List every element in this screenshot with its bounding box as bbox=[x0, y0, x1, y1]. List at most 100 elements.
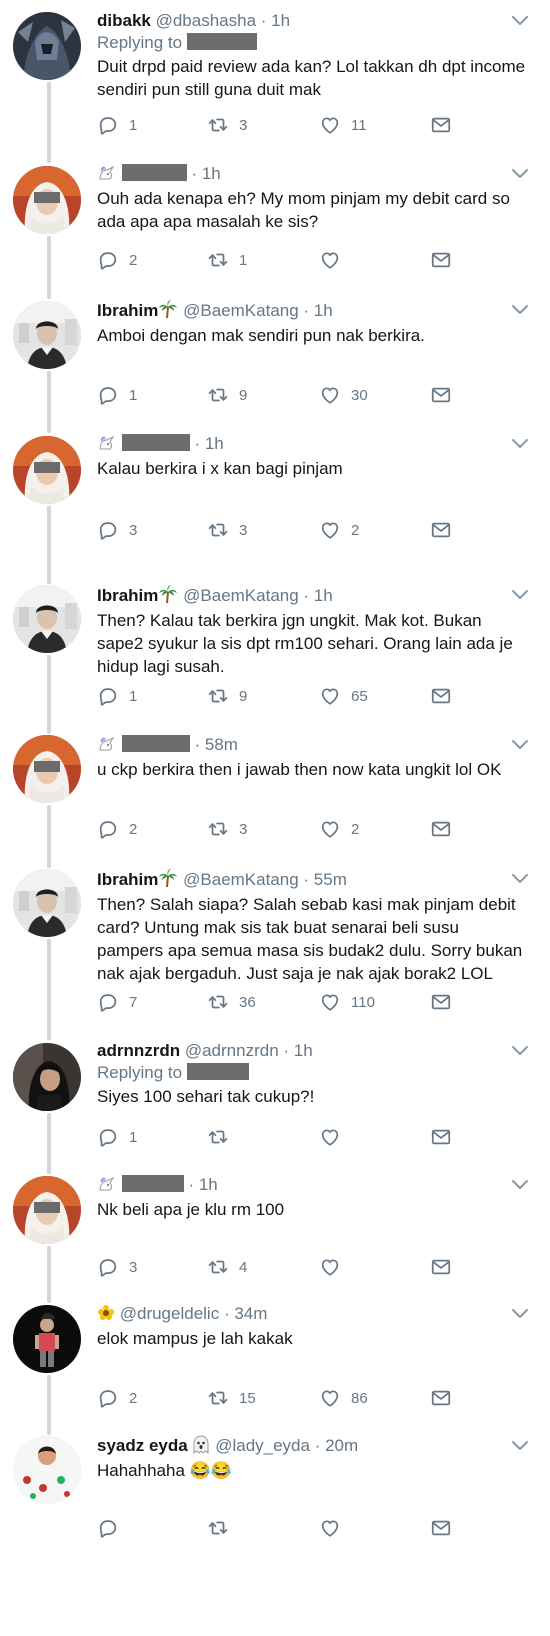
like-button[interactable]: 110 bbox=[319, 990, 375, 1014]
direct-message-button[interactable] bbox=[430, 1516, 452, 1540]
timestamp[interactable]: · 34m bbox=[224, 1304, 267, 1323]
direct-message-button[interactable] bbox=[430, 518, 452, 542]
timestamp[interactable]: · 1h bbox=[194, 434, 223, 453]
reply-button[interactable]: 3 bbox=[97, 518, 137, 542]
retweet-icon bbox=[207, 1387, 229, 1409]
chevron-down-icon[interactable] bbox=[510, 1044, 530, 1058]
retweet-button[interactable]: 3 bbox=[207, 113, 247, 137]
direct-message-button[interactable] bbox=[430, 248, 452, 272]
avatar[interactable] bbox=[13, 12, 81, 80]
like-button[interactable]: 2 bbox=[319, 817, 359, 841]
reply-button[interactable]: 2 bbox=[97, 248, 137, 272]
direct-message-button[interactable] bbox=[430, 990, 452, 1014]
reply-button[interactable]: 1 bbox=[97, 383, 137, 407]
timestamp[interactable]: · 1h bbox=[303, 301, 332, 320]
display-name[interactable]: Ibrahim bbox=[97, 301, 158, 320]
like-count: 2 bbox=[351, 521, 360, 539]
redacted-username[interactable] bbox=[186, 1063, 249, 1080]
avatar[interactable] bbox=[13, 585, 81, 653]
reply-button[interactable]: 2 bbox=[97, 1386, 137, 1410]
tweet: Ibrahim @BaemKatang · 1h Amboi dengan mak… bbox=[0, 299, 550, 345]
username-handle[interactable]: @BaemKatang bbox=[183, 870, 299, 889]
like-button[interactable]: 30 bbox=[319, 383, 368, 407]
retweet-button[interactable]: 4 bbox=[207, 1255, 247, 1279]
like-button[interactable]: 11 bbox=[319, 113, 367, 137]
tweet-content: · 1h Nk beli apa je klu rm 100 bbox=[97, 1174, 530, 1221]
timestamp[interactable]: · 1h bbox=[303, 586, 332, 605]
like-button[interactable]: 65 bbox=[319, 684, 368, 708]
avatar[interactable] bbox=[13, 1176, 81, 1244]
retweet-button[interactable]: 15 bbox=[207, 1386, 256, 1410]
like-button[interactable]: 2 bbox=[319, 518, 359, 542]
direct-message-button[interactable] bbox=[430, 1125, 452, 1149]
chevron-down-icon[interactable] bbox=[510, 738, 530, 752]
retweet-button[interactable]: 36 bbox=[207, 990, 256, 1014]
retweet-button[interactable]: 1 bbox=[207, 248, 247, 272]
chevron-down-icon[interactable] bbox=[510, 303, 530, 317]
avatar[interactable] bbox=[13, 436, 81, 504]
chevron-down-icon[interactable] bbox=[510, 588, 530, 602]
timestamp[interactable]: · 55m bbox=[303, 870, 346, 889]
reply-button[interactable]: 2 bbox=[97, 817, 137, 841]
chevron-down-icon[interactable] bbox=[510, 14, 530, 28]
display-name[interactable]: dibakk bbox=[97, 11, 151, 30]
direct-message-button[interactable] bbox=[430, 383, 452, 407]
username-handle[interactable]: @lady_eyda bbox=[215, 1436, 310, 1455]
avatar[interactable] bbox=[13, 869, 81, 937]
direct-message-button[interactable] bbox=[430, 684, 452, 708]
display-name[interactable]: syadz eyda bbox=[97, 1436, 188, 1455]
direct-message-button[interactable] bbox=[430, 817, 452, 841]
display-name[interactable]: Ibrahim bbox=[97, 586, 158, 605]
username-handle[interactable]: @dbashasha bbox=[156, 11, 256, 30]
timestamp[interactable]: · 1h bbox=[188, 1175, 217, 1194]
timestamp[interactable]: · 58m bbox=[194, 735, 237, 754]
like-button[interactable] bbox=[319, 248, 351, 272]
timestamp[interactable]: · 1h bbox=[261, 11, 290, 30]
reply-button[interactable]: 1 bbox=[97, 113, 137, 137]
chevron-down-icon[interactable] bbox=[510, 1178, 530, 1192]
reply-button[interactable]: 3 bbox=[97, 1255, 137, 1279]
avatar[interactable] bbox=[13, 1436, 81, 1504]
like-button[interactable] bbox=[319, 1125, 351, 1149]
reply-button[interactable]: 1 bbox=[97, 1125, 137, 1149]
chevron-down-icon[interactable] bbox=[510, 872, 530, 886]
avatar[interactable] bbox=[13, 166, 81, 234]
retweet-button[interactable]: 3 bbox=[207, 518, 247, 542]
retweet-button[interactable] bbox=[207, 1125, 239, 1149]
avatar[interactable] bbox=[13, 735, 81, 803]
display-name[interactable]: adrnnzrdn bbox=[97, 1041, 180, 1060]
direct-message-button[interactable] bbox=[430, 1255, 452, 1279]
display-name[interactable]: Ibrahim bbox=[97, 870, 158, 889]
avatar[interactable] bbox=[13, 1043, 81, 1111]
retweet-button[interactable]: 3 bbox=[207, 817, 247, 841]
retweet-button[interactable]: 9 bbox=[207, 383, 247, 407]
chevron-down-icon[interactable] bbox=[510, 437, 530, 451]
reply-button[interactable]: 7 bbox=[97, 990, 137, 1014]
timestamp[interactable]: · 1h bbox=[191, 164, 220, 183]
like-button[interactable] bbox=[319, 1255, 351, 1279]
username-handle[interactable]: @BaemKatang bbox=[183, 301, 299, 320]
tweet-header: @drugeldelic · 34m bbox=[97, 1303, 530, 1326]
retweet-button[interactable]: 9 bbox=[207, 684, 247, 708]
direct-message-button[interactable] bbox=[430, 1386, 452, 1410]
like-button[interactable]: 86 bbox=[319, 1386, 368, 1410]
avatar[interactable] bbox=[13, 301, 81, 369]
timestamp[interactable]: · 20m bbox=[315, 1436, 358, 1455]
reply-button[interactable]: 1 bbox=[97, 684, 137, 708]
username-handle[interactable]: @drugeldelic bbox=[120, 1304, 219, 1323]
username-handle[interactable]: @BaemKatang bbox=[183, 586, 299, 605]
reply-count: 2 bbox=[129, 820, 138, 838]
tweet-content: · 58m u ckp berkira then i jawab then now… bbox=[97, 734, 530, 781]
like-button[interactable] bbox=[319, 1516, 351, 1540]
direct-message-button[interactable] bbox=[430, 113, 452, 137]
username-handle[interactable]: @adrnnzrdn bbox=[185, 1041, 279, 1060]
reply-count: 1 bbox=[129, 1128, 138, 1146]
chevron-down-icon[interactable] bbox=[510, 1307, 530, 1321]
chevron-down-icon[interactable] bbox=[510, 167, 530, 181]
redacted-username[interactable] bbox=[186, 33, 257, 50]
retweet-button[interactable] bbox=[207, 1516, 239, 1540]
chevron-down-icon[interactable] bbox=[510, 1439, 530, 1453]
reply-button[interactable] bbox=[97, 1516, 129, 1540]
avatar[interactable] bbox=[13, 1305, 81, 1373]
timestamp[interactable]: · 1h bbox=[283, 1041, 312, 1060]
